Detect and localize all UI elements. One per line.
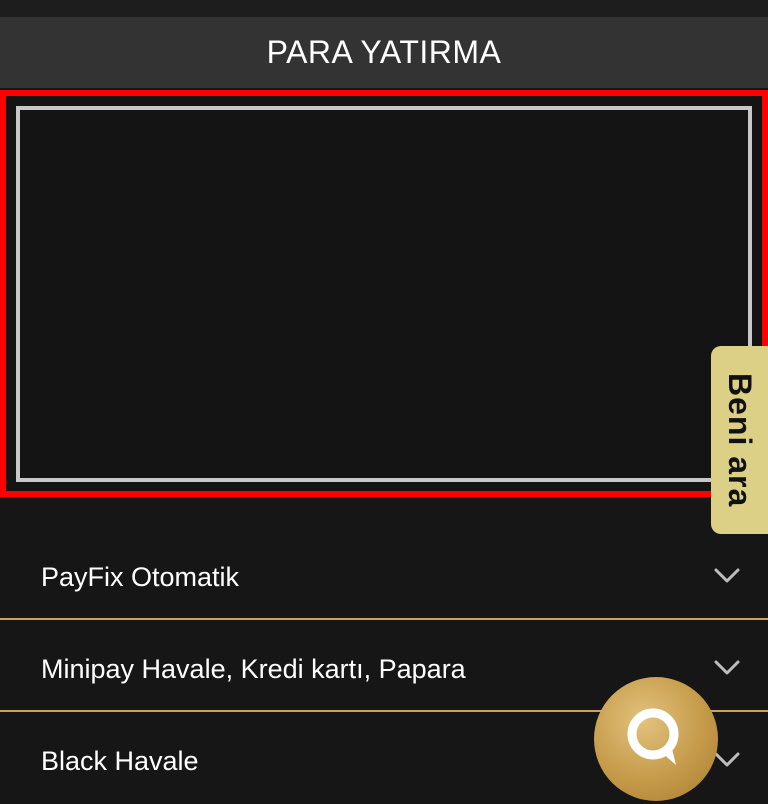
live-chat-button[interactable] xyxy=(594,677,718,801)
payment-method-label: PayFix Otomatik xyxy=(41,562,240,592)
top-status-strip xyxy=(0,0,768,17)
payment-method-payfix[interactable]: PayFix Otomatik xyxy=(0,528,768,620)
content-frame-highlighted xyxy=(0,90,768,497)
chevron-down-icon[interactable] xyxy=(714,568,740,584)
payment-method-label: Black Havale xyxy=(41,746,199,776)
callback-label: Beni ara xyxy=(722,372,758,508)
chevron-down-icon[interactable] xyxy=(714,660,740,676)
page-title: PARA YATIRMA xyxy=(266,34,502,70)
embedded-content-area[interactable] xyxy=(16,106,752,482)
page-header: PARA YATIRMA xyxy=(0,17,768,88)
chat-bubble-icon xyxy=(627,708,679,765)
payment-method-label: Minipay Havale, Kredi kartı, Papara xyxy=(41,654,466,684)
callback-tab[interactable]: Beni ara xyxy=(711,346,768,534)
chevron-down-icon[interactable] xyxy=(714,752,740,768)
